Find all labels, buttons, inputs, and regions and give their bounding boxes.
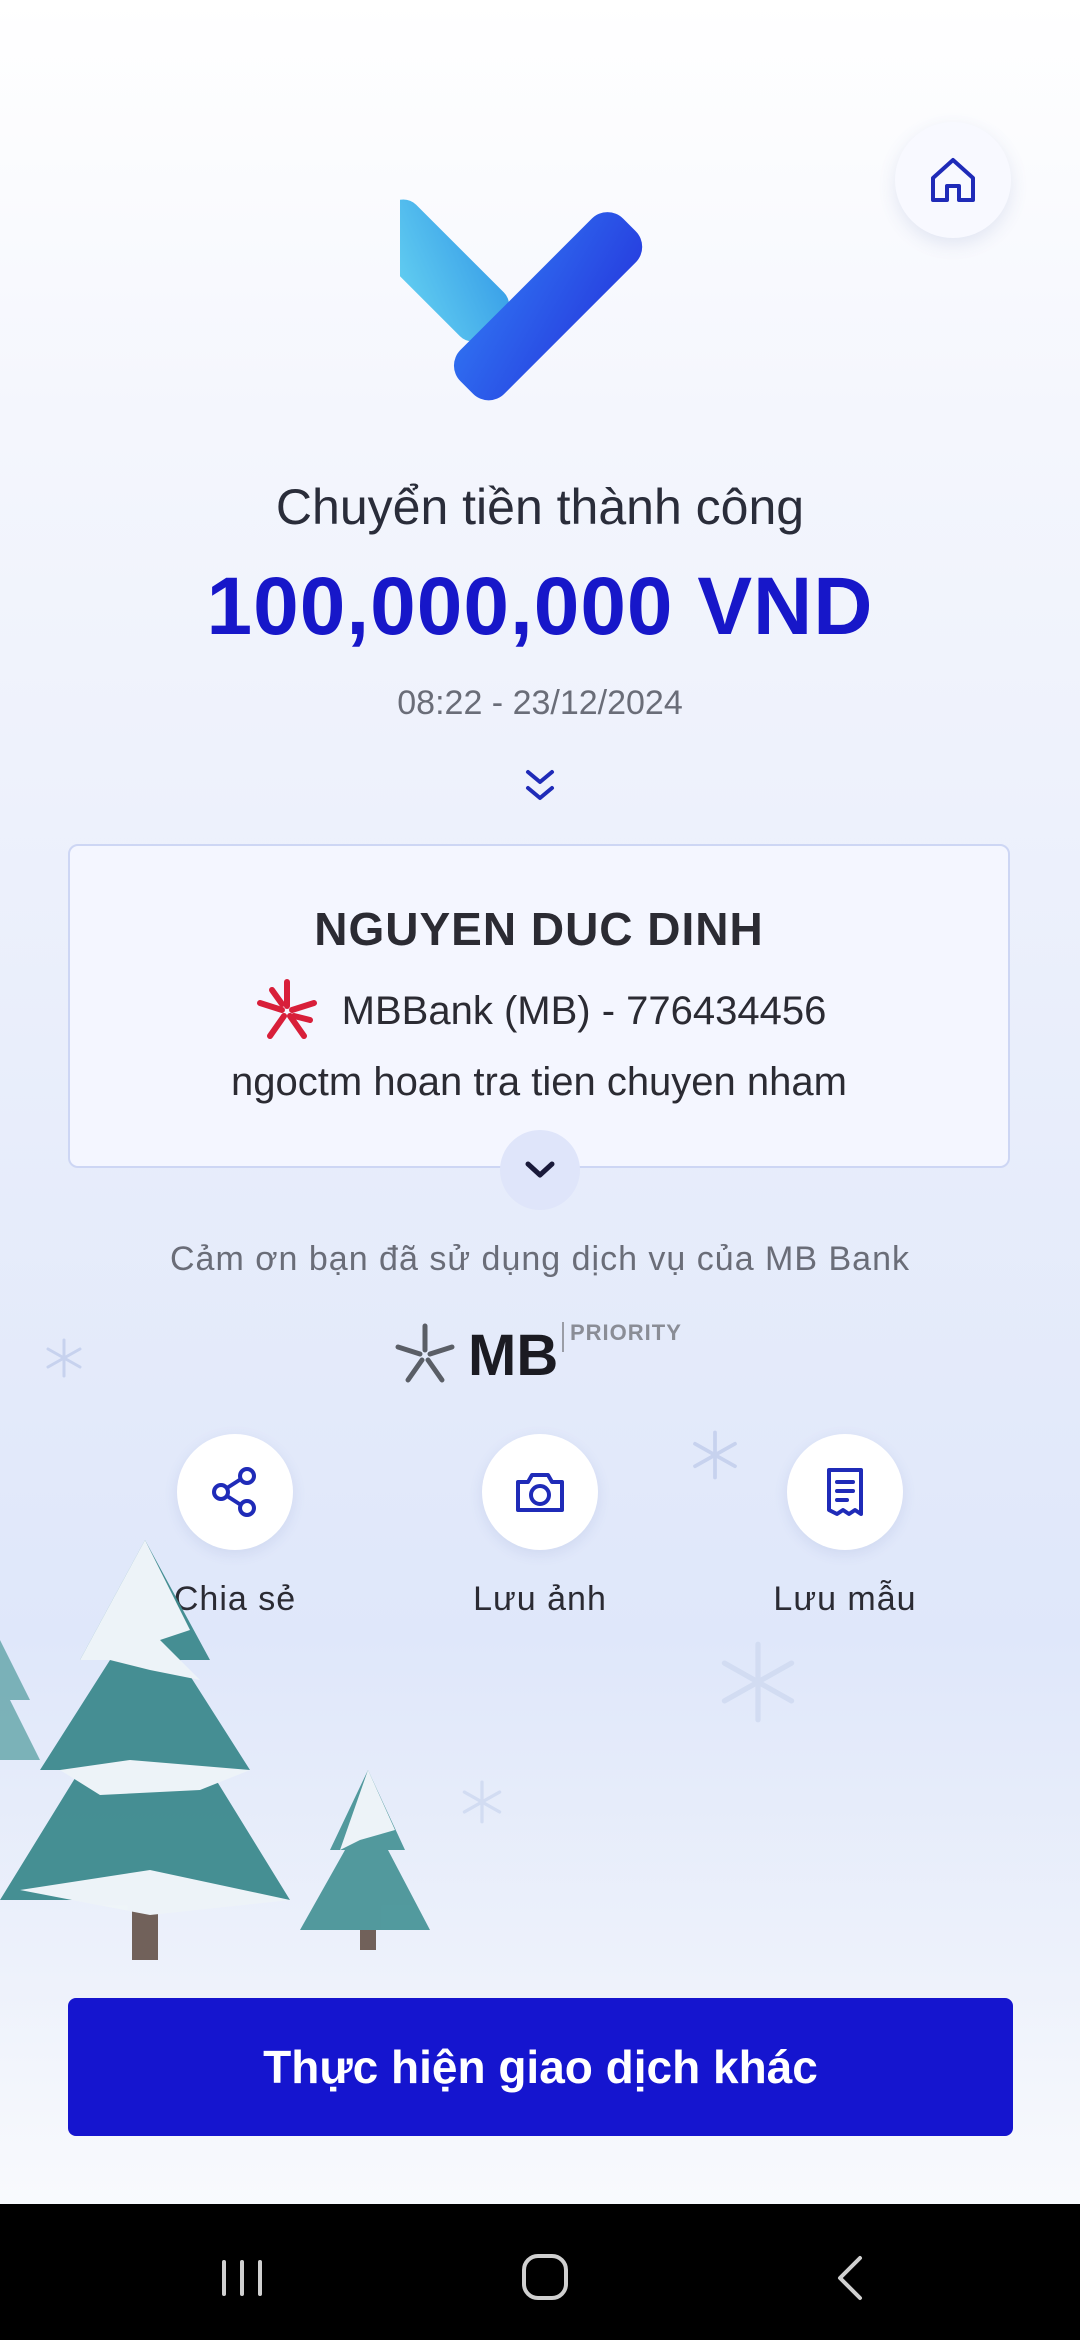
mb-star-icon xyxy=(395,1323,455,1383)
mb-priority-logo: MB PRIORITY xyxy=(392,1316,692,1392)
save-template-button[interactable] xyxy=(787,1434,903,1550)
success-check-icon xyxy=(400,199,643,401)
home-nav-icon[interactable] xyxy=(520,2252,570,2302)
save-image-button[interactable] xyxy=(482,1434,598,1550)
share-icon xyxy=(212,1467,256,1517)
recent-apps-icon[interactable] xyxy=(218,2258,266,2298)
receipt-icon xyxy=(827,1468,863,1516)
status-bar xyxy=(0,0,1080,80)
thanks-message: Cảm ơn bạn đã sử dụng dịch vụ của MB Ban… xyxy=(170,1240,910,1278)
new-transaction-button[interactable]: Thực hiện giao dịch khác xyxy=(68,1998,1013,2136)
save-template-action[interactable]: Lưu mẫu xyxy=(725,1434,965,1619)
bank-account-row: MBBank (MB) - 776434456 xyxy=(70,976,1008,1046)
home-icon xyxy=(931,158,975,202)
chevron-down-icon xyxy=(525,1161,555,1178)
transfer-amount: 100,000,000 VND xyxy=(206,561,874,652)
home-button[interactable] xyxy=(895,122,1011,238)
mb-logo-divider xyxy=(562,1322,564,1352)
mb-logo-tag: PRIORITY xyxy=(570,1320,682,1345)
system-nav-bar xyxy=(0,2204,1080,2340)
recipient-name: NGUYEN DUC DINH xyxy=(314,903,764,955)
camera-icon xyxy=(516,1473,564,1512)
recipient-card: NGUYEN DUC DINH MBBank (MB) - 776434456 … xyxy=(68,844,1010,1168)
snowflake-icon xyxy=(462,1780,502,1824)
double-chevron-down-icon[interactable] xyxy=(522,766,558,806)
mbbank-star-icon xyxy=(256,979,317,1039)
success-title: Chuyển tiền thành công xyxy=(275,479,805,535)
snowflake-icon xyxy=(721,1641,795,1723)
snowy-trees-decoration xyxy=(0,1540,430,1960)
transfer-note: ngoctm hoan tra tien chuyen nham xyxy=(231,1060,847,1104)
card-expand-button[interactable] xyxy=(500,1130,580,1210)
snowflake-icon xyxy=(46,1338,82,1378)
bank-account: MBBank (MB) - 776434456 xyxy=(341,988,827,1033)
back-icon[interactable] xyxy=(832,2254,868,2302)
snowflake-icon xyxy=(693,1430,737,1480)
mb-logo-text: MB xyxy=(468,1323,559,1388)
save-template-label: Lưu mẫu xyxy=(773,1580,917,1618)
transaction-datetime: 08:22 - 23/12/2024 xyxy=(397,684,683,722)
